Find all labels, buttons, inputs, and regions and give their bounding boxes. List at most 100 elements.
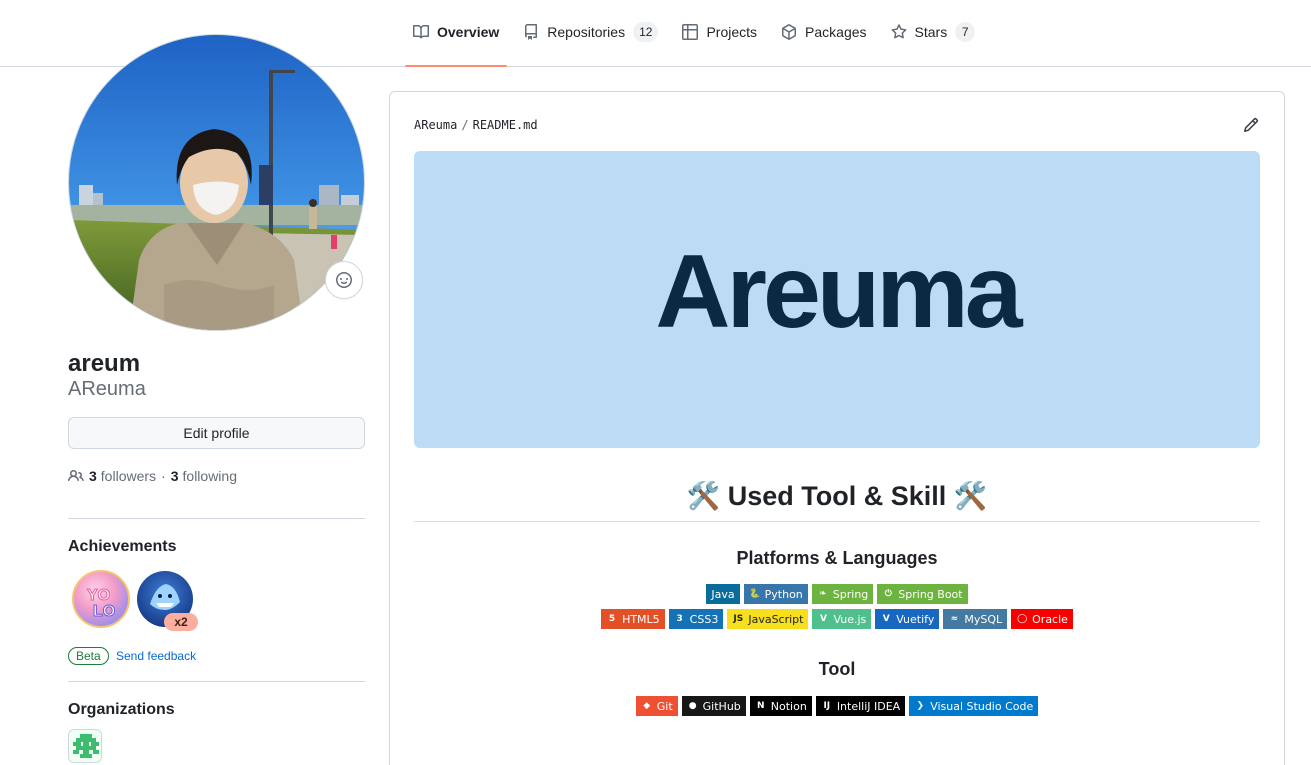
sidebar-divider: [68, 681, 365, 682]
edit-profile-button[interactable]: Edit profile: [68, 417, 365, 449]
following-count: 3: [170, 468, 179, 484]
following-link[interactable]: 3 following: [171, 466, 237, 486]
badge-label: Oracle: [1032, 612, 1068, 626]
badge-visual-studio-code[interactable]: ❯ Visual Studio Code: [909, 696, 1039, 716]
achievements-heading: Achievements: [68, 538, 177, 555]
vuetify-icon: V: [882, 614, 890, 624]
badge-label: Spring Boot: [898, 587, 963, 601]
badge-intellij-idea[interactable]: IJ IntelliJ IDEA: [815, 696, 906, 716]
mysql-icon: ≈: [950, 614, 959, 624]
vscode-icon: ❯: [916, 701, 924, 711]
tab-overview[interactable]: Overview: [405, 22, 508, 67]
badge-label: Git: [656, 699, 673, 713]
badge-label: Java: [711, 587, 735, 601]
notion-icon: N: [757, 701, 765, 711]
banner-title: Areuma: [655, 234, 1022, 350]
table-icon: [682, 24, 699, 40]
sidebar-divider: [68, 518, 365, 519]
following-label: following: [182, 468, 237, 484]
avatar[interactable]: [68, 34, 365, 331]
badge-vuetify[interactable]: V Vuetify: [875, 609, 940, 629]
badge-row: 5 HTML5 3 CSS3 JS JavaScript V Vue.js V Vuetify ≈ M…: [414, 609, 1260, 629]
organizations-heading: Organizations: [68, 701, 175, 718]
profile-tabs: Overview Repositories 12 Projects Packag…: [405, 22, 991, 67]
profile-name: areum: [68, 350, 141, 377]
badge-label: Python: [764, 587, 803, 601]
tab-label: Repositories: [547, 24, 626, 40]
spring-icon: ❧: [819, 589, 827, 599]
badge-label: Vue.js: [833, 612, 867, 626]
badge-github[interactable]: ● GitHub: [681, 696, 746, 716]
html5-icon: 5: [608, 614, 616, 624]
path-separator: /: [461, 118, 469, 132]
yolo-badge-icon[interactable]: YO LO: [72, 570, 130, 628]
badge-html5[interactable]: 5 HTML5: [601, 609, 665, 629]
beta-label: Beta: [68, 647, 109, 665]
section-title-tool: Tool: [818, 659, 856, 679]
badge-row: Java 🐍 Python ❧ Spring ⏻ Spring Boot: [414, 584, 1260, 604]
oracle-icon: ◯: [1017, 614, 1028, 624]
repositories-count: 12: [633, 22, 659, 42]
package-icon: [782, 24, 797, 40]
badge-vue-js[interactable]: V Vue.js: [812, 609, 872, 629]
badge-spring[interactable]: ❧ Spring: [811, 584, 874, 604]
badge-label: GitHub: [702, 699, 741, 713]
organization-avatar[interactable]: [68, 729, 102, 763]
tab-label: Packages: [805, 24, 867, 40]
badge-mysql[interactable]: ≈ MySQL: [943, 609, 1008, 629]
stars-count: 7: [955, 22, 976, 42]
set-status-button[interactable]: [325, 261, 363, 299]
profile-login: AReuma: [68, 378, 146, 400]
people-icon: [68, 469, 84, 482]
vue-icon: V: [819, 614, 827, 624]
tab-label: Overview: [437, 24, 500, 40]
js-icon: JS: [733, 614, 744, 624]
badge-javascript[interactable]: JS JavaScript: [727, 609, 809, 629]
pencil-icon[interactable]: [1243, 117, 1259, 133]
identicon-icon: [69, 730, 101, 762]
badge-label: Visual Studio Code: [930, 699, 1034, 713]
git-icon: ◆: [643, 701, 651, 711]
heading-divider: [414, 521, 1260, 522]
springboot-icon: ⏻: [884, 589, 892, 599]
badge-label: Spring: [832, 587, 869, 601]
send-feedback-link[interactable]: Send feedback: [116, 647, 196, 665]
tab-stars[interactable]: Stars 7: [883, 22, 984, 67]
badge-python[interactable]: 🐍 Python: [743, 584, 808, 604]
readme-file-link[interactable]: README.md: [473, 118, 538, 132]
badge-label: IntelliJ IDEA: [836, 699, 901, 713]
svg-text:YO: YO: [87, 587, 110, 604]
badge-css3[interactable]: 3 CSS3: [668, 609, 724, 629]
readme-heading: 🛠️ Used Tool & Skill 🛠️: [686, 481, 988, 511]
badge-java[interactable]: Java: [706, 584, 740, 604]
follow-separator: ·: [161, 468, 166, 484]
badge-git[interactable]: ◆ Git: [635, 696, 678, 716]
readme-banner: Areuma: [414, 151, 1260, 448]
badge-label: HTML5: [622, 612, 660, 626]
followers-label: followers: [100, 468, 157, 484]
followers-count: 3: [89, 468, 97, 484]
avatar-photo: [69, 35, 364, 330]
tab-packages[interactable]: Packages: [773, 22, 874, 67]
badge-label: Notion: [770, 699, 807, 713]
yolo-badge-art: YO LO: [72, 570, 130, 628]
badge-label: MySQL: [964, 612, 1003, 626]
badge-spring-boot[interactable]: ⏻ Spring Boot: [877, 584, 968, 604]
badge-oracle[interactable]: ◯ Oracle: [1011, 609, 1073, 629]
readme-card: AReuma / README.md Areuma 🛠️ Used Tool & S…: [389, 91, 1285, 765]
tab-repositories[interactable]: Repositories 12: [515, 22, 666, 67]
repo-icon: [525, 24, 538, 40]
follow-stats: 3 followers · 3 following: [68, 466, 237, 486]
python-icon: 🐍: [749, 589, 761, 599]
readme-owner-link[interactable]: AReuma: [414, 118, 457, 132]
tab-projects[interactable]: Projects: [674, 22, 765, 67]
badge-notion[interactable]: N Notion: [749, 696, 812, 716]
followers-link[interactable]: 3 followers: [89, 466, 156, 486]
smiley-icon: [336, 272, 352, 288]
tab-label: Projects: [706, 24, 758, 40]
badge-row: ◆ Git ● GitHub N Notion IJ IntelliJ IDEA ❯ Visual…: [414, 696, 1260, 716]
intellij-icon: IJ: [823, 701, 831, 711]
github-icon: ●: [688, 701, 697, 711]
section-title-platforms: Platforms & Languages: [736, 548, 938, 568]
star-icon: [891, 24, 906, 39]
